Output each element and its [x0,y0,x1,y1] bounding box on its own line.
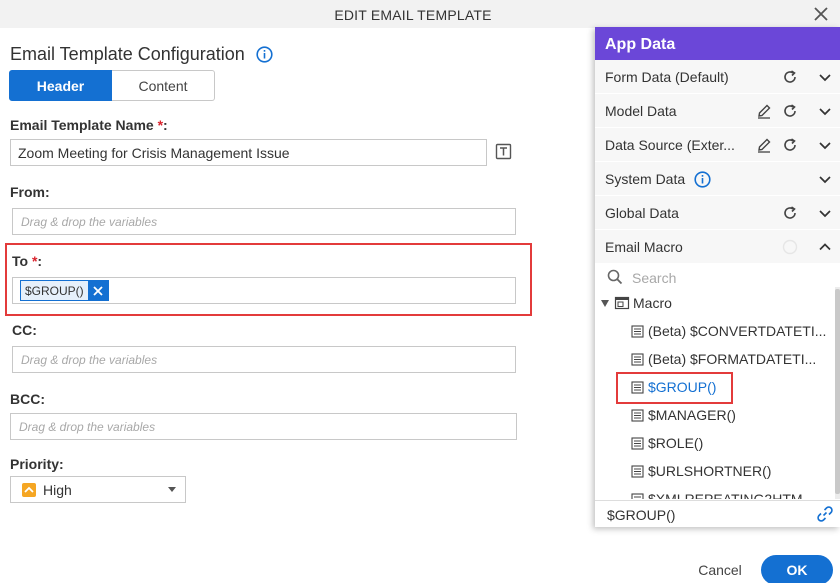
panel-row-data-source[interactable]: Data Source (Exter... [595,128,840,162]
selected-macro-value: $GROUP() [607,507,676,523]
macro-item[interactable]: (Beta) $CONVERTDATETI... [631,321,826,341]
to-label: To *: [12,253,43,269]
to-field[interactable]: $GROUP() [12,277,516,304]
chevron-down-icon[interactable] [817,171,833,187]
macro-item[interactable]: $XMLREPEATING2HTM... [631,489,814,499]
function-icon [631,492,644,499]
refresh-icon[interactable] [782,137,798,153]
from-field[interactable]: Drag & drop the variables [12,208,516,235]
function-icon [631,352,644,366]
panel-row-model-data[interactable]: Model Data [595,94,840,128]
panel-footer: $GROUP() [595,500,840,527]
macro-item[interactable]: $ROLE() [631,433,703,453]
cancel-button[interactable]: Cancel [690,556,750,583]
tab-content[interactable]: Content [112,70,215,101]
priority-high-icon [22,483,36,497]
function-icon [631,464,644,478]
panel-row-global-data[interactable]: Global Data [595,196,840,230]
dialog-title: EDIT EMAIL TEMPLATE [334,7,492,23]
panel-title: App Data [595,27,840,60]
priority-select[interactable]: High [10,476,186,503]
dialog-titlebar: EDIT EMAIL TEMPLATE [0,0,840,28]
cc-placeholder: Drag & drop the variables [21,353,158,367]
panel-row-form-data[interactable]: Form Data (Default) [595,60,840,94]
panel-row-system-data[interactable]: System Data [595,162,840,196]
cc-label: CC: [12,322,37,338]
chevron-down-icon[interactable] [817,205,833,221]
function-icon [631,408,644,422]
edit-icon[interactable] [756,137,772,153]
info-icon [782,239,798,255]
name-field[interactable]: Zoom Meeting for Crisis Management Issue [10,139,487,166]
macro-item[interactable]: $MANAGER() [631,405,736,425]
name-label: Email Template Name *: [10,117,168,133]
ok-button[interactable]: OK [761,555,833,583]
chevron-down-icon[interactable] [817,69,833,85]
chevron-up-icon[interactable] [817,239,833,255]
close-icon[interactable] [810,3,832,25]
to-chip[interactable]: $GROUP() [20,280,109,301]
group-highlight [616,372,733,404]
refresh-icon[interactable] [782,69,798,85]
bcc-placeholder: Drag & drop the variables [19,420,156,434]
refresh-icon[interactable] [782,103,798,119]
search-placeholder: Search [632,270,677,286]
chevron-down-icon[interactable] [817,137,833,153]
info-icon[interactable] [256,46,273,63]
from-label: From: [10,184,50,200]
macro-item[interactable]: (Beta) $FORMATDATETI... [631,349,816,369]
chevron-down-icon [168,487,176,492]
link-icon[interactable] [816,505,834,523]
function-icon [631,436,644,450]
config-title: Email Template Configuration [10,44,245,64]
to-chip-label: $GROUP() [25,283,84,298]
app-data-panel: App Data Form Data (Default) Model Data … [595,27,840,527]
refresh-icon[interactable] [782,205,798,221]
chevron-down-icon[interactable] [817,103,833,119]
search-icon [607,269,623,285]
priority-value: High [43,482,72,498]
triangle-down-icon[interactable] [601,299,609,307]
panel-row-email-macro[interactable]: Email Macro [595,230,840,264]
name-value: Zoom Meeting for Crisis Management Issue [18,145,290,161]
edit-icon[interactable] [756,103,772,119]
function-icon [631,324,644,338]
tab-bar: Header Content [9,70,215,101]
cc-field[interactable]: Drag & drop the variables [12,346,516,373]
from-placeholder: Drag & drop the variables [21,215,158,229]
macro-item[interactable]: $URLSHORTNER() [631,461,771,481]
tree-node-macro[interactable]: Macro [601,294,672,312]
scrollbar-thumb[interactable] [835,289,840,494]
bcc-label: BCC: [10,391,45,407]
tree-root-label: Macro [633,295,672,311]
chip-remove-icon[interactable] [87,281,108,300]
priority-label: Priority: [10,456,64,472]
text-format-icon[interactable] [495,143,512,160]
macro-folder-icon [614,296,630,310]
bcc-field[interactable]: Drag & drop the variables [10,413,517,440]
tab-header[interactable]: Header [9,70,112,101]
info-icon[interactable] [694,171,711,188]
tree-scrollbar[interactable] [835,287,840,499]
